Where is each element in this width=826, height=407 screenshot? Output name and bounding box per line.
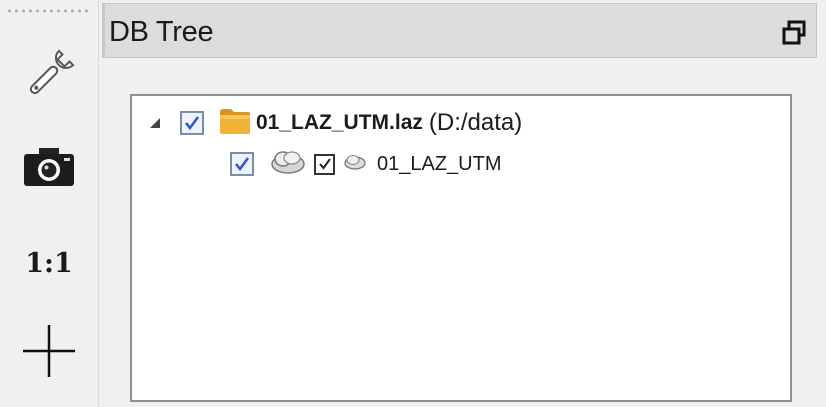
tree-node-file[interactable]: 01_LAZ_UTM.laz (D:/data) xyxy=(144,106,522,140)
left-toolbar: 1:1 xyxy=(0,0,99,407)
panel-title-bar[interactable]: DB Tree xyxy=(102,3,817,58)
crosshair-tool-button[interactable] xyxy=(0,316,98,386)
crosshair-icon xyxy=(21,323,77,379)
camera-icon xyxy=(22,146,76,188)
db-tree-panel: DB Tree 01_LAZ_UTM.laz (D:/data) 01_LAZ_… xyxy=(100,0,826,407)
cloud-name: 01_LAZ_UTM xyxy=(377,152,502,175)
zoom-1to1-label: 1:1 xyxy=(25,247,73,279)
cloud-visibility-checkbox[interactable] xyxy=(230,152,254,176)
file-path: (D:/data) xyxy=(428,109,523,136)
cloud-sub-checkbox[interactable] xyxy=(314,153,335,175)
panel-title: DB Tree xyxy=(109,16,214,48)
folder-icon xyxy=(218,106,252,141)
point-cloud-icon xyxy=(270,149,306,180)
file-name: 01_LAZ_UTM.laz xyxy=(256,111,423,134)
restore-icon[interactable] xyxy=(780,19,808,47)
toolbar-grip[interactable] xyxy=(6,8,88,14)
capture-tool-button[interactable] xyxy=(0,132,98,202)
zoom-1to1-button[interactable]: 1:1 xyxy=(0,228,98,298)
tree-node-cloud[interactable]: 01_LAZ_UTM xyxy=(230,147,502,181)
db-tree-view[interactable]: 01_LAZ_UTM.laz (D:/data) 01_LAZ_UTM xyxy=(130,94,792,402)
expand-arrow-icon[interactable] xyxy=(144,112,166,134)
settings-tool-button[interactable] xyxy=(0,40,98,110)
cloud-icon xyxy=(343,153,367,176)
wrench-icon xyxy=(23,47,75,103)
file-visibility-checkbox[interactable] xyxy=(180,111,204,135)
